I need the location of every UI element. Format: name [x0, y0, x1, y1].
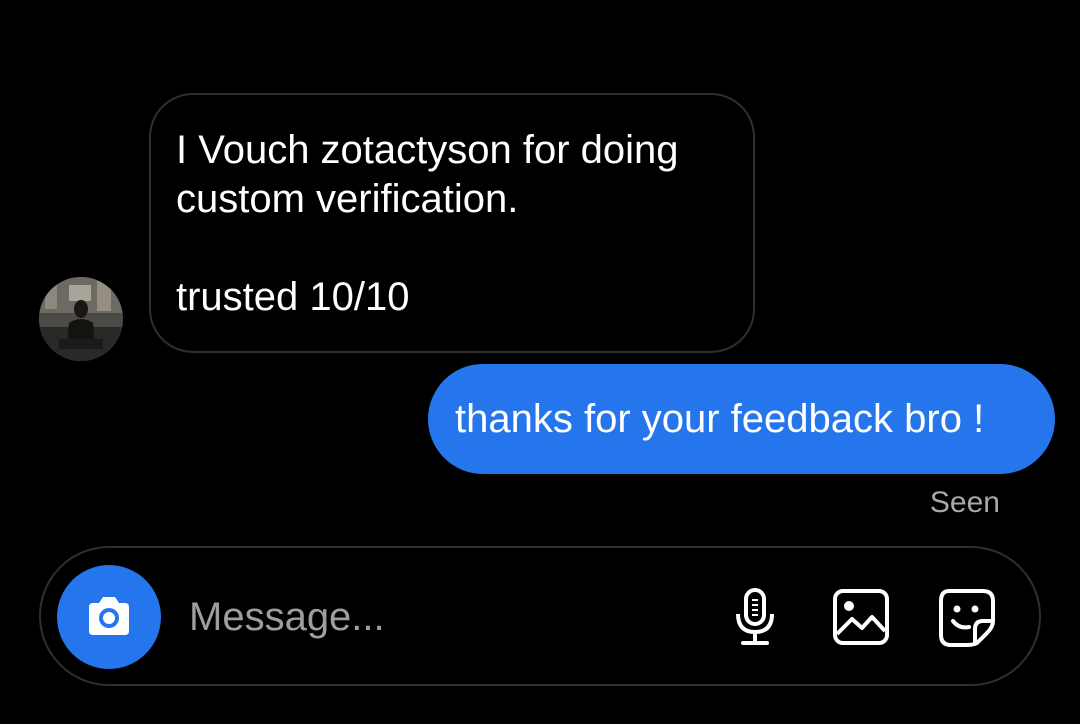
outgoing-message-text: thanks for your feedback bro ! [455, 396, 985, 441]
seen-status: Seen [929, 486, 1000, 519]
sticker-icon [939, 589, 995, 647]
gallery-icon [833, 589, 889, 645]
camera-button[interactable] [57, 565, 161, 669]
outgoing-message-bubble[interactable]: thanks for your feedback bro ! [428, 364, 1055, 474]
voice-message-button[interactable] [723, 585, 787, 649]
avatar-image [39, 277, 123, 361]
incoming-message-text: I Vouch zotactyson for doing custom veri… [176, 128, 679, 319]
sender-avatar[interactable] [39, 277, 123, 361]
microphone-icon [736, 588, 774, 645]
sticker-button[interactable] [935, 585, 999, 649]
message-input[interactable] [189, 586, 709, 648]
gallery-button[interactable] [829, 585, 893, 649]
camera-icon [89, 597, 129, 635]
message-composer [39, 546, 1041, 686]
incoming-message-bubble[interactable]: I Vouch zotactyson for doing custom veri… [149, 93, 755, 353]
